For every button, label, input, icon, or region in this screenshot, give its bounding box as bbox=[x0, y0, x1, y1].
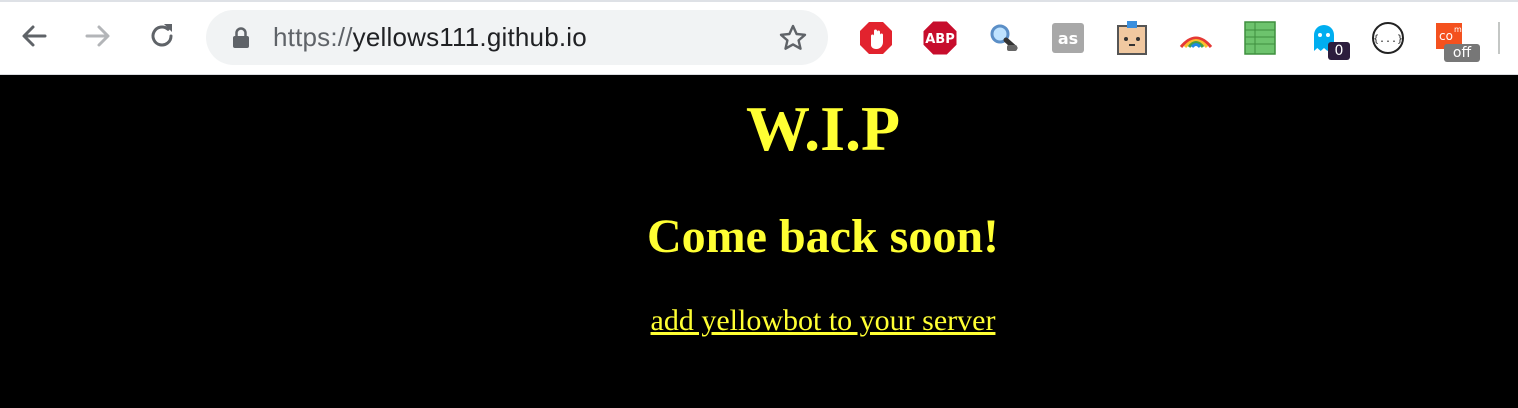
address-bar[interactable]: https://yellows111.github.io bbox=[206, 10, 828, 65]
lock-icon[interactable] bbox=[232, 27, 250, 49]
box-face-extension[interactable] bbox=[1112, 18, 1152, 58]
rainbow-extension[interactable] bbox=[1176, 18, 1216, 58]
lastfm-extension[interactable]: as bbox=[1048, 18, 1088, 58]
reload-button[interactable] bbox=[144, 18, 180, 54]
adblock-extension[interactable] bbox=[856, 18, 896, 58]
lastfm-icon: as bbox=[1052, 23, 1084, 53]
browser-toolbar: https://yellows111.github.io ABP as 0 {.… bbox=[0, 0, 1518, 75]
json-braces-icon: {...} bbox=[1372, 22, 1404, 54]
arrow-left-icon bbox=[22, 25, 47, 47]
magnifier-extension[interactable] bbox=[984, 18, 1024, 58]
abp-extension[interactable]: ABP bbox=[920, 18, 960, 58]
lastfm-label: as bbox=[1058, 29, 1078, 48]
add-bot-link[interactable]: add yellowbot to your server bbox=[0, 303, 1518, 339]
page-content: W.I.P Come back soon! add yellowbot to y… bbox=[0, 75, 1518, 408]
svg-text:co: co bbox=[1439, 29, 1453, 43]
json-extension[interactable]: {...} bbox=[1368, 18, 1408, 58]
sheet-extension[interactable] bbox=[1240, 18, 1280, 58]
back-button[interactable] bbox=[16, 18, 52, 54]
rainbow-icon bbox=[1179, 36, 1213, 49]
svg-text:m: m bbox=[1454, 25, 1462, 34]
tabstrip-edge bbox=[0, 0, 1518, 2]
com-off-extension[interactable]: co m off bbox=[1432, 18, 1480, 62]
stop-hand-icon bbox=[860, 22, 892, 54]
reload-icon bbox=[151, 24, 173, 47]
svg-text:{...}: {...} bbox=[1373, 34, 1403, 45]
ghostery-badge: 0 bbox=[1328, 42, 1350, 60]
magnifier-icon bbox=[990, 24, 1018, 51]
com-off-badge: off bbox=[1444, 44, 1480, 62]
url-text[interactable]: https://yellows111.github.io bbox=[273, 22, 587, 52]
forward-button[interactable] bbox=[80, 18, 116, 54]
spreadsheet-icon bbox=[1244, 21, 1276, 55]
toolbar-divider bbox=[1498, 22, 1500, 54]
ghostery-extension[interactable]: 0 bbox=[1304, 18, 1350, 60]
abp-icon: ABP bbox=[922, 20, 958, 56]
page-heading: W.I.P bbox=[745, 93, 901, 164]
box-face-icon bbox=[1117, 21, 1147, 55]
bookmark-star-icon[interactable] bbox=[778, 23, 808, 53]
abp-label: ABP bbox=[925, 32, 955, 47]
url-host: yellows111.github.io bbox=[352, 22, 587, 52]
arrow-right-icon bbox=[85, 25, 110, 47]
url-scheme: https:// bbox=[273, 22, 353, 52]
page-subheading: Come back soon! bbox=[646, 210, 999, 263]
